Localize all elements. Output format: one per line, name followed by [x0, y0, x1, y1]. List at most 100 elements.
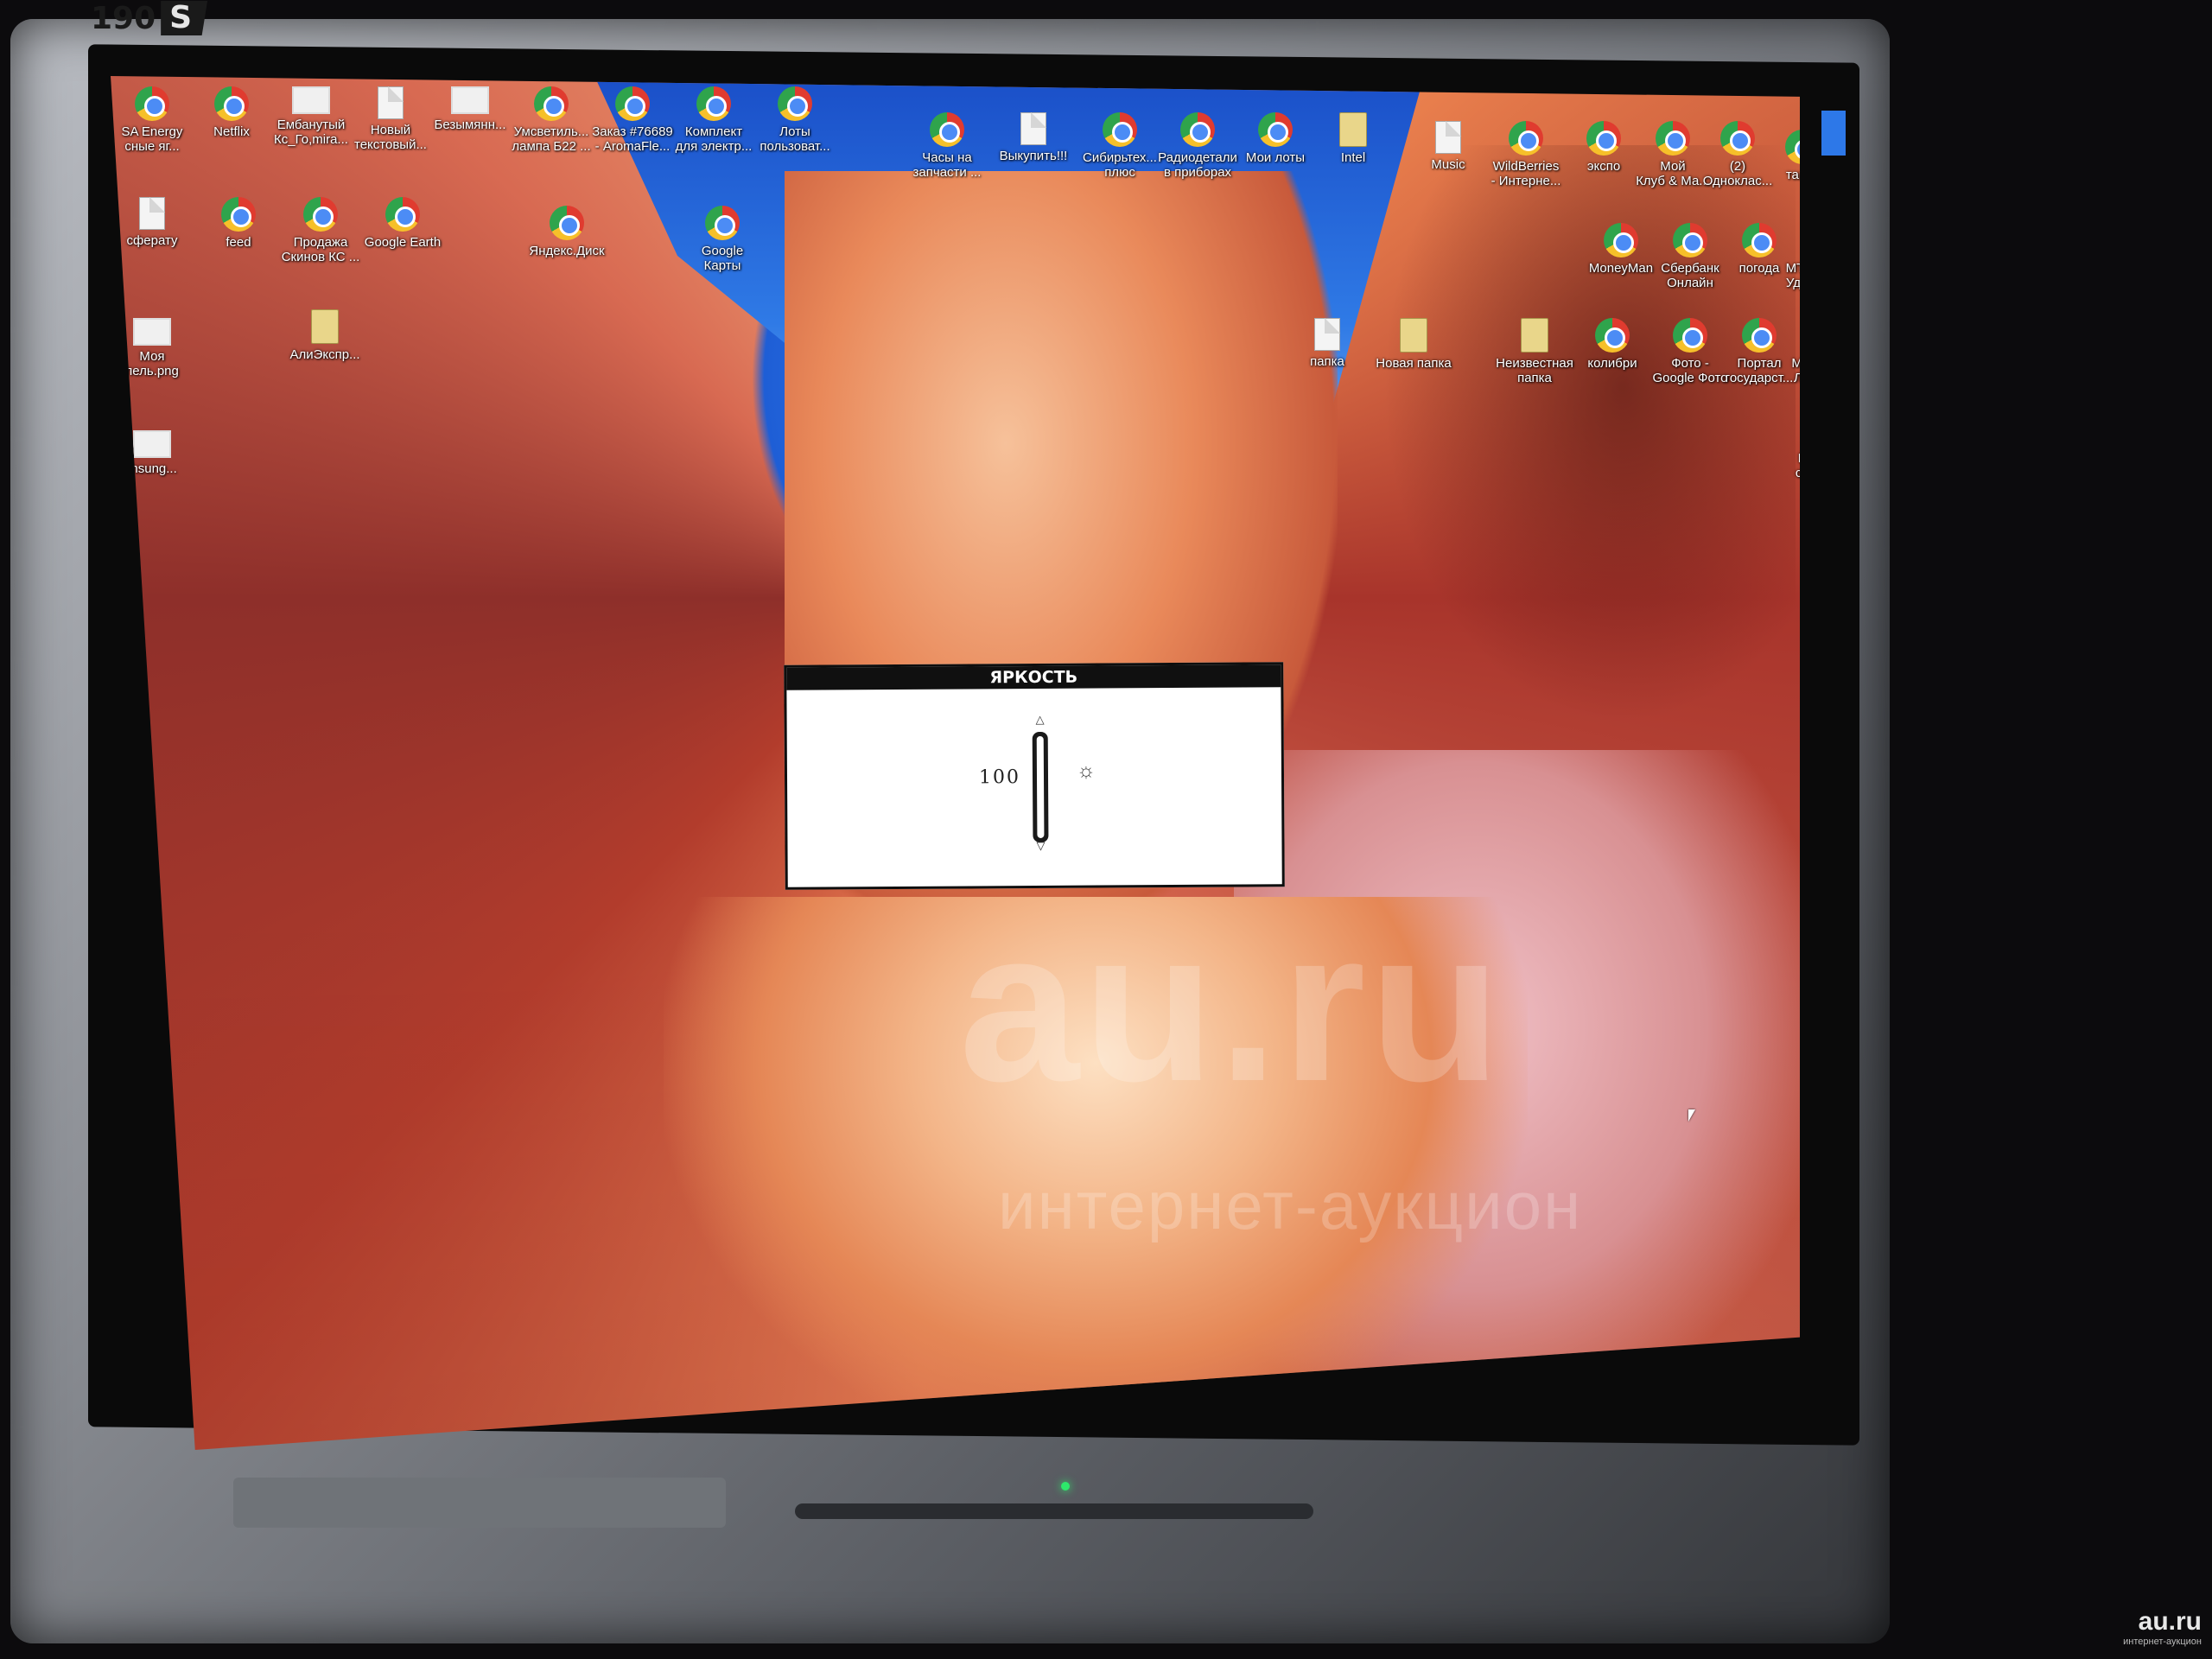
desktop-icon-label: Google Earth: [364, 235, 442, 250]
chrome-shortcut-icon: [1656, 121, 1690, 156]
desktop-icon[interactable]: Мои лоты: [1234, 112, 1317, 165]
chrome-shortcut-icon: [1180, 112, 1215, 147]
desktop-icon[interactable]: Яндекс.Диск: [525, 206, 608, 258]
desktop-icon-label: папка: [1310, 354, 1344, 369]
monitor-button-panel: [233, 1478, 726, 1528]
desktop-icon[interactable]: SA Energy сные яг...: [111, 86, 194, 154]
desktop-icon[interactable]: Google Earth: [361, 197, 444, 250]
chrome-shortcut-icon: [705, 206, 740, 240]
desktop-icon-label: Лоты пользоват...: [760, 124, 830, 154]
desktop-icon[interactable]: Комплект для электр...: [672, 86, 755, 154]
corner-watermark-main: au.ru: [2138, 1607, 2202, 1636]
corner-watermark: au.ru интернет-аукцион: [2123, 1607, 2202, 1647]
folder-icon: [1521, 318, 1548, 353]
desktop-icon-label: Безымянн...: [434, 118, 506, 132]
brightness-value: 100: [978, 766, 1021, 789]
folder-icon: [1339, 112, 1367, 147]
image-icon: [451, 86, 489, 114]
chrome-shortcut-icon: [550, 206, 584, 240]
file-icon: [1435, 121, 1461, 154]
desktop-icon-label: Netflix: [213, 124, 250, 139]
desktop-icon[interactable]: Неизвестная папка: [1493, 318, 1576, 385]
chrome-shortcut-icon: [1595, 318, 1630, 353]
chrome-shortcut-icon: [135, 86, 169, 121]
desktop-icon[interactable]: Music: [1407, 121, 1490, 172]
desktop-icon[interactable]: feed: [197, 197, 280, 250]
desktop-icon-label: Неизвестная папка: [1496, 356, 1573, 385]
desktop-icon[interactable]: Intel: [1312, 112, 1395, 165]
desktop-icon[interactable]: Продажа Скинов КС ...: [279, 197, 362, 264]
image-icon: [292, 86, 330, 114]
brightness-slider[interactable]: [1032, 731, 1049, 843]
chrome-shortcut-icon: [1103, 112, 1137, 147]
monitor-model-label: 190 S: [91, 0, 208, 36]
chrome-shortcut-icon: [1604, 223, 1638, 257]
desktop-icon-label: feed: [226, 235, 251, 250]
desktop-icon-label: сферату: [126, 233, 178, 248]
chrome-shortcut-icon: [930, 112, 964, 147]
desktop-icon-label: Часы на запчасти ...: [912, 150, 982, 180]
chrome-shortcut-icon: [1509, 121, 1543, 156]
osd-up-arrow-icon[interactable]: △: [1033, 713, 1048, 727]
desktop-icon[interactable]: папка: [1286, 318, 1369, 369]
desktop-icon-label: Яндекс.Диск: [529, 244, 605, 258]
osd-title: ЯРКОСТЬ: [786, 664, 1281, 690]
desktop-icon[interactable]: WildBerries - Интерне...: [1484, 121, 1567, 188]
file-icon: [378, 86, 404, 119]
desktop-icon-label: Корзина: [1791, 1303, 1800, 1318]
desktop-icon-label: Новая папка: [1376, 356, 1452, 371]
chrome-shortcut-icon: [1258, 112, 1293, 147]
watermark-logo: au.ru: [959, 885, 1505, 1126]
desktop-icon[interactable]: Перевод со счета теле...: [1791, 413, 1800, 480]
desktop-icon-label: Мои лоты: [1245, 150, 1306, 165]
desktop-icon[interactable]: Новый текстовый...: [349, 86, 432, 152]
desktop-icon-label: Умсветиль... лампа Б22 ...: [512, 124, 591, 154]
desktop-icon[interactable]: Google Карты: [681, 206, 764, 273]
chrome-shortcut-icon: [1720, 121, 1755, 156]
desktop-icon-label: SA Energy сные яг...: [121, 124, 183, 154]
desktop-icon[interactable]: колибри: [1571, 318, 1654, 371]
desktop-icon-label: Сибирьтех... плюс: [1083, 150, 1157, 180]
chrome-shortcut-icon: [221, 197, 256, 232]
file-icon: [1020, 112, 1046, 145]
folder-icon: [1400, 318, 1427, 353]
desktop-icon[interactable]: Выкупить!!!: [992, 112, 1075, 163]
desktop-icon[interactable]: АлиЭкспр...: [283, 309, 366, 362]
brightness-osd: ЯРКОСТЬ △ 100 ▽ ☼: [784, 662, 1285, 890]
chrome-shortcut-icon: [214, 86, 249, 121]
chrome-shortcut-icon: [778, 86, 812, 121]
chrome-shortcut-icon: [1742, 223, 1777, 257]
desktop-icon[interactable]: Ембанутый Кс_Го,mira...: [270, 86, 353, 147]
osd-down-arrow-icon[interactable]: ▽: [1033, 839, 1048, 853]
desktop-icon[interactable]: Безымянн...: [429, 86, 512, 132]
image-icon: [133, 430, 171, 458]
brightness-slider-fill: [1036, 735, 1045, 838]
chrome-shortcut-icon: [1586, 121, 1621, 156]
chrome-shortcut-icon: [615, 86, 650, 121]
desktop-icon-label: Комплект для электр...: [675, 124, 753, 154]
desktop-icon[interactable]: Умсветиль... лампа Б22 ...: [510, 86, 593, 154]
desktop-icon[interactable]: Netflix: [190, 86, 273, 139]
image-icon: [133, 318, 171, 346]
desktop-icon[interactable]: МТС Банк - Удобный ...: [1778, 223, 1800, 290]
folder-icon: [311, 309, 339, 344]
desktop-icon-label: колибри: [1587, 356, 1637, 371]
desktop-icon[interactable]: танки: [1761, 130, 1800, 182]
desktop-icon[interactable]: Радиодетали в приборах: [1156, 112, 1239, 180]
desktop-icon[interactable]: Корзина: [1791, 1268, 1800, 1318]
desktop-icon[interactable]: Часы на запчасти ...: [906, 112, 988, 180]
desktop-icon-label: Новый текстовый...: [354, 123, 427, 152]
mouse-cursor-icon: [1688, 1109, 1702, 1122]
desktop-icon-label: Продажа Скинов КС ...: [281, 235, 360, 264]
file-icon: [1314, 318, 1340, 351]
desktop-icon[interactable]: Лоты пользоват...: [753, 86, 836, 154]
desktop-icon[interactable]: Новая папка: [1372, 318, 1455, 371]
desktop-icon[interactable]: сферату: [111, 197, 194, 248]
desktop-icon-label: Заказ #76689 - AromaFle...: [592, 124, 673, 154]
desktop-icon[interactable]: Заказ #76689 - AromaFle...: [591, 86, 674, 154]
desktop-icon[interactable]: Мой МТС - Личный ...: [1783, 318, 1800, 385]
desktop-icon-label: Выкупить!!!: [999, 149, 1068, 163]
model-suffix-badge: S: [161, 1, 208, 35]
desktop-icon[interactable]: Сибирьтех... плюс: [1078, 112, 1161, 180]
chrome-shortcut-icon: [385, 197, 420, 232]
